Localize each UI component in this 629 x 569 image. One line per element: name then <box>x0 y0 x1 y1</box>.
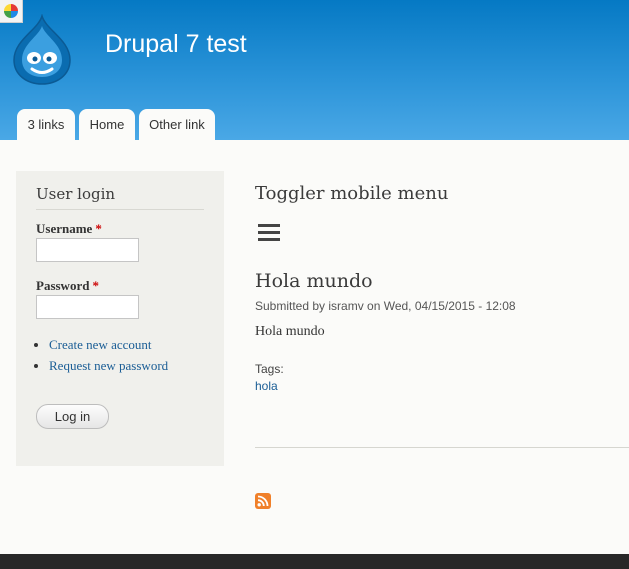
username-label-text: Username <box>36 221 93 236</box>
submitted-info: Submitted by isramv on Wed, 04/15/2015 -… <box>255 299 516 313</box>
node-body: Hola mundo <box>255 324 325 339</box>
block-title: Toggler mobile menu <box>255 183 449 204</box>
drupal-logo-icon[interactable] <box>12 14 72 86</box>
login-title-divider <box>36 209 204 210</box>
login-button[interactable]: Log in <box>36 404 109 429</box>
request-password-link[interactable]: Request new password <box>49 358 168 373</box>
password-input[interactable] <box>36 295 139 319</box>
login-links-list: Create new account Request new password <box>30 337 168 379</box>
rss-icon[interactable] <box>255 493 271 509</box>
tab-3-links[interactable]: 3 links <box>17 109 75 140</box>
tag-link[interactable]: hola <box>255 379 278 393</box>
user-login-block: User login Username* Password* Create ne… <box>16 171 224 466</box>
site-header: Drupal 7 test 3 links Home Other link <box>0 0 629 140</box>
hamburger-menu-icon[interactable] <box>258 224 280 242</box>
tags-label: Tags: <box>255 362 284 376</box>
password-label: Password * <box>36 278 99 294</box>
node-title[interactable]: Hola mundo <box>255 270 373 292</box>
required-marker: * <box>92 278 99 293</box>
list-item: Create new account <box>49 337 168 353</box>
site-name[interactable]: Drupal 7 test <box>105 30 247 59</box>
site-footer <box>0 554 629 569</box>
username-input[interactable] <box>36 238 139 262</box>
content-divider <box>255 447 629 448</box>
login-block-title: User login <box>36 185 116 203</box>
username-label: Username * <box>36 221 102 237</box>
create-account-link[interactable]: Create new account <box>49 337 152 352</box>
required-marker: * <box>95 221 102 236</box>
password-label-text: Password <box>36 278 90 293</box>
tab-other-link[interactable]: Other link <box>139 109 215 140</box>
list-item: Request new password <box>49 358 168 374</box>
tab-home[interactable]: Home <box>79 109 135 140</box>
